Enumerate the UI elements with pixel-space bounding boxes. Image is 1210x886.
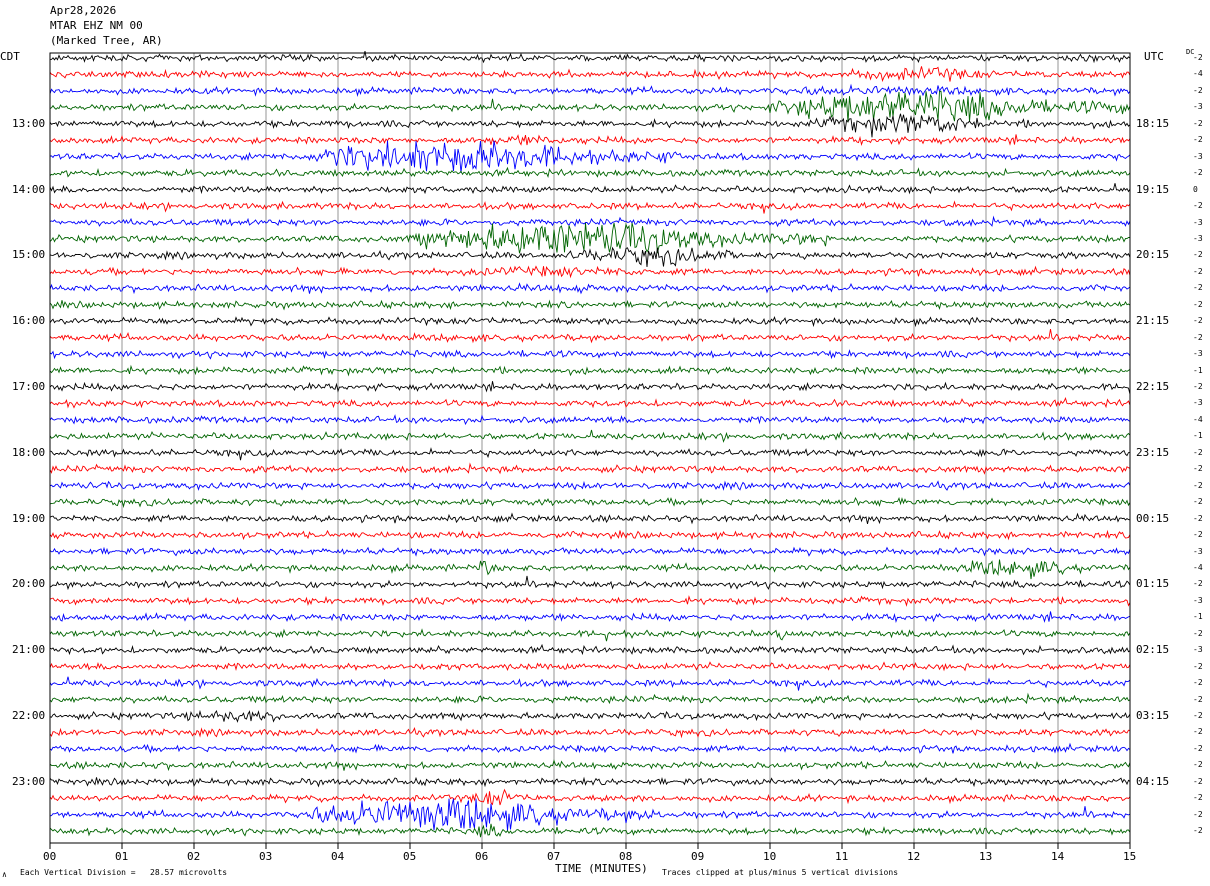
trace-line-39 (49, 692, 1131, 705)
trace-line-27 (49, 496, 1131, 509)
trace-line-16 (49, 316, 1131, 328)
trace-line-32 (49, 575, 1131, 591)
trace-line-18 (49, 349, 1131, 360)
trace-line-4 (49, 113, 1131, 138)
trace-line-24 (49, 447, 1131, 461)
trace-line-33 (49, 595, 1131, 607)
trace-line-42 (49, 742, 1131, 754)
trace-line-47 (49, 823, 1131, 838)
trace-line-29 (49, 529, 1131, 541)
trace-line-34 (49, 611, 1131, 623)
x-axis-ticks (49, 843, 1131, 849)
trace-line-46 (49, 798, 1131, 831)
trace-line-5 (49, 134, 1131, 146)
trace-line-7 (49, 166, 1131, 179)
trace-line-1 (49, 66, 1131, 83)
trace-line-8 (49, 183, 1131, 195)
trace-line-23 (49, 429, 1131, 443)
trace-line-21 (49, 397, 1131, 409)
trace-line-44 (49, 776, 1131, 788)
trace-line-36 (49, 643, 1131, 656)
trace-line-45 (49, 788, 1131, 806)
trace-line-35 (49, 628, 1131, 642)
trace-line-40 (49, 709, 1131, 723)
trace-line-28 (49, 512, 1131, 525)
trace-line-14 (49, 282, 1131, 295)
trace-line-10 (49, 215, 1131, 228)
trace-line-30 (49, 546, 1131, 557)
trace-line-17 (49, 329, 1131, 344)
trace-line-41 (49, 727, 1131, 739)
trace-line-9 (49, 200, 1131, 214)
trace-line-12 (49, 246, 1131, 267)
trace-line-22 (49, 414, 1131, 426)
trace-line-38 (49, 676, 1131, 691)
trace-line-15 (49, 299, 1131, 311)
trace-line-3 (49, 90, 1131, 123)
trace-line-37 (49, 661, 1131, 672)
trace-line-2 (49, 83, 1131, 97)
trace-line-43 (49, 759, 1131, 772)
helicorder-plot (49, 50, 1131, 849)
trace-line-25 (49, 462, 1131, 475)
trace-line-19 (49, 364, 1131, 377)
seismic-traces (49, 50, 1131, 838)
trace-line-13 (49, 265, 1131, 279)
trace-line-20 (49, 381, 1131, 395)
trace-line-31 (49, 559, 1131, 580)
trace-line-6 (49, 140, 1131, 173)
trace-line-26 (49, 480, 1131, 491)
